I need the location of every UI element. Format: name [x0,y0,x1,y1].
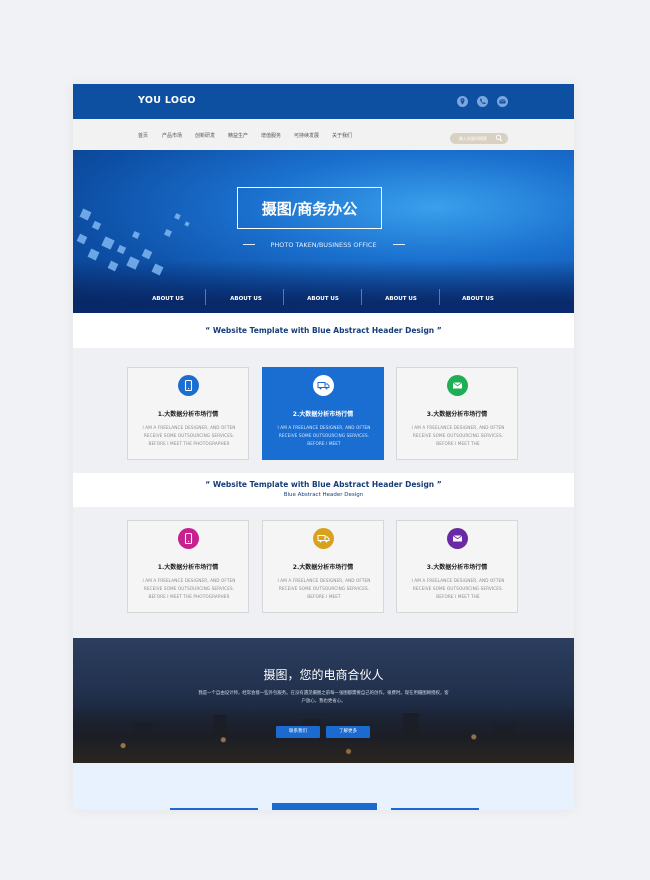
promo-banner: 摄图，您的电商合伙人 我是一个自由设计师，经常会接一些外包服务。在没有遇见摄图之… [73,638,574,763]
card-title: 3.大数据分析市场行情 [426,564,488,571]
card-description: I AM A FREELANCE DESIGNER, AND OFTEN REC… [277,425,371,446]
search-icon[interactable] [495,134,503,142]
footer-tab[interactable] [391,808,479,810]
nav-item-home[interactable]: 首页 [138,132,148,139]
hero-banner: 摄图/商务办公 PHOTO TAKEN/BUSINESS OFFICE ABOU… [73,150,574,313]
card-title: 1.大数据分析市场行情 [157,564,219,571]
nav-item-sustainability[interactable]: 可持续发展 [294,132,319,139]
learn-more-button[interactable]: 了解更多 [326,726,370,738]
hero-glow [73,260,574,313]
about-link[interactable]: ABOUT US [362,296,440,302]
city-lights [73,705,574,763]
main-nav: 首页 产品市场 创新研发 精益生产 增值服务 可持续发展 关于我们 输入关键词搜… [73,119,574,150]
nav-item-products[interactable]: 产品市场 [162,132,182,139]
about-link[interactable]: ABOUT US [207,296,285,302]
nav-item-innovation[interactable]: 创新研发 [195,132,215,139]
phone-icon[interactable] [477,96,488,107]
search-input[interactable]: 输入关键词搜索 [450,133,508,144]
phone-icon [178,528,199,549]
logo[interactable]: YOU LOGO [138,95,196,106]
feature-card[interactable]: 2.大数据分析市场行情 I AM A FREELANCE DESIGNER, A… [262,520,384,613]
feature-card[interactable]: 2.大数据分析市场行情 I AM A FREELANCE DESIGNER, A… [262,367,384,460]
top-bar: YOU LOGO [73,84,574,119]
divider [393,244,405,245]
phone-icon [178,375,199,396]
hero-title-box: 摄图/商务办公 [237,187,382,229]
card-title: 1.大数据分析市场行情 [157,411,219,418]
footer-tab[interactable] [170,808,258,810]
search-placeholder: 输入关键词搜索 [459,135,487,141]
cube-decoration [184,221,190,227]
feature-card[interactable]: 1.大数据分析市场行情 I AM A FREELANCE DESIGNER, A… [127,520,249,613]
divider [205,289,206,305]
nav-item-about[interactable]: 关于我们 [332,132,352,139]
page: YOU LOGO 首页 产品市场 创新研发 精益生产 增值服务 可持续发展 关于… [73,84,574,810]
about-link[interactable]: ABOUT US [284,296,362,302]
feature-card[interactable]: 1.大数据分析市场行情 I AM A FREELANCE DESIGNER, A… [127,367,249,460]
banner-text: 我是一个自由设计师，经常会接一些外包服务。在没有遇见摄图之前每一张图都需要自己的… [198,691,449,704]
contact-button[interactable]: 联系我们 [276,726,320,738]
truck-icon [313,375,334,396]
cube-decoration [79,208,92,221]
mail-icon[interactable] [497,96,508,107]
cube-decoration [141,248,153,260]
hero-subtitle: PHOTO TAKEN/BUSINESS OFFICE [270,241,377,249]
nav-item-services[interactable]: 增值服务 [261,132,281,139]
feature-card[interactable]: 3.大数据分析市场行情 I AM A FREELANCE DESIGNER, A… [396,520,518,613]
section-heading: “ Website Template with Blue Abstract He… [73,473,574,507]
section-subtitle: Blue Abstract Header Design [283,492,364,498]
about-link[interactable]: ABOUT US [439,296,517,302]
feature-card[interactable]: 3.大数据分析市场行情 I AM A FREELANCE DESIGNER, A… [396,367,518,460]
card-title: 2.大数据分析市场行情 [292,411,354,418]
card-description: I AM A FREELANCE DESIGNER, AND OFTEN REC… [411,578,505,599]
card-title: 3.大数据分析市场行情 [426,411,488,418]
truck-icon [313,528,334,549]
nav-item-production[interactable]: 精益生产 [228,132,248,139]
section-title: “ Website Template with Blue Abstract He… [205,326,442,335]
cube-decoration [174,213,181,220]
banner-title: 摄图，您的电商合伙人 [263,668,384,682]
card-description: I AM A FREELANCE DESIGNER, AND OFTEN REC… [277,578,371,599]
about-link[interactable]: ABOUT US [129,296,207,302]
cube-decoration [87,248,100,261]
footer-tab[interactable] [272,803,377,810]
cube-decoration [164,229,172,237]
card-description: I AM A FREELANCE DESIGNER, AND OFTEN REC… [142,425,236,446]
cube-decoration [132,231,140,239]
card-description: I AM A FREELANCE DESIGNER, AND OFTEN REC… [142,578,236,599]
footer-area [73,763,574,810]
hero-title: 摄图/商务办公 [261,200,358,218]
card-description: I AM A FREELANCE DESIGNER, AND OFTEN REC… [411,425,505,446]
mail-icon [447,375,468,396]
section-title: “ Website Template with Blue Abstract He… [205,480,442,489]
cube-decoration [91,220,102,231]
mail-icon [447,528,468,549]
location-icon[interactable] [457,96,468,107]
card-title: 2.大数据分析市场行情 [292,564,354,571]
section-heading: “ Website Template with Blue Abstract He… [73,313,574,348]
